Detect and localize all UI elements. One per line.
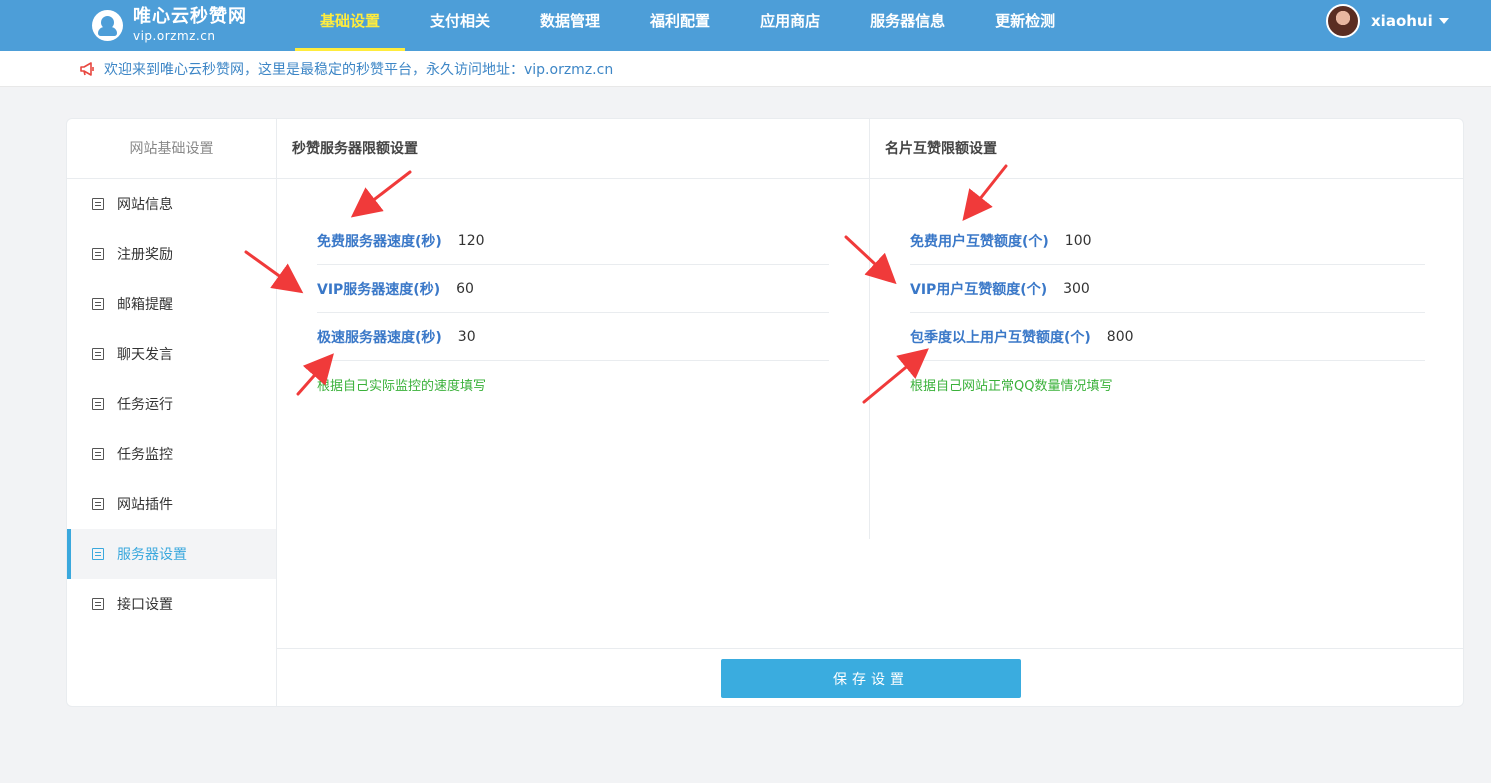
sidebar-item-label: 网站插件 xyxy=(117,497,173,513)
sidebar-item-label: 任务监控 xyxy=(117,447,173,463)
save-settings-button[interactable]: 保存设置 xyxy=(721,659,1021,698)
document-icon xyxy=(92,198,104,210)
brand-title: 唯心云秒赞网 xyxy=(133,6,247,27)
fast-server-speed-input[interactable] xyxy=(457,328,658,345)
sidebar-item-task-monitor[interactable]: 任务监控 xyxy=(67,429,276,479)
megaphone-icon xyxy=(80,62,94,76)
card-limits-title: 名片互赞限额设置 xyxy=(870,119,1463,179)
document-icon xyxy=(92,348,104,360)
sidebar-item-label: 任务运行 xyxy=(117,397,173,413)
nav-app-store[interactable]: 应用商店 xyxy=(735,0,845,51)
notice-text: 欢迎来到唯心云秒赞网，这里是最稳定的秒赞平台，永久访问地址：vip.orzmz.… xyxy=(104,62,614,78)
server-limits-hint: 根据自己实际监控的速度填写 xyxy=(317,379,487,394)
sidebar-item-label: 邮箱提醒 xyxy=(117,297,173,313)
nav-welfare-config[interactable]: 福利配置 xyxy=(625,0,735,51)
sidebar-item-register-reward[interactable]: 注册奖励 xyxy=(67,229,276,279)
document-icon xyxy=(92,298,104,310)
vip-server-speed-input[interactable] xyxy=(456,280,657,297)
sidebar-item-site-plugins[interactable]: 网站插件 xyxy=(67,479,276,529)
sidebar-item-api-settings[interactable]: 接口设置 xyxy=(67,579,276,629)
sidebar-item-label: 接口设置 xyxy=(117,597,173,613)
nav-payment[interactable]: 支付相关 xyxy=(405,0,515,51)
card-limits-panel: 名片互赞限额设置 免费用户互赞额度(个) VIP用户互赞额度(个) 包季度以上用… xyxy=(870,119,1463,539)
season-user-quota-input[interactable] xyxy=(1106,328,1307,345)
sidebar-item-label: 网站信息 xyxy=(117,197,173,213)
settings-sidebar: 网站基础设置 网站信息 注册奖励 邮箱提醒 聊天发言 任务运行 任务监控 网站插… xyxy=(67,119,277,706)
settings-card: 网站基础设置 网站信息 注册奖励 邮箱提醒 聊天发言 任务运行 任务监控 网站插… xyxy=(66,118,1464,707)
free-server-speed-input[interactable] xyxy=(457,232,658,249)
main-nav: 基础设置 支付相关 数据管理 福利配置 应用商店 服务器信息 更新检测 xyxy=(295,0,1080,51)
user-logo-icon xyxy=(92,9,123,41)
notice-bar: 欢迎来到唯心云秒赞网，这里是最稳定的秒赞平台，永久访问地址：vip.orzmz.… xyxy=(0,51,1491,87)
sidebar-title: 网站基础设置 xyxy=(67,119,276,179)
username[interactable]: xiaohui xyxy=(1371,12,1433,30)
free-server-speed-label: 免费服务器速度(秒) xyxy=(317,233,442,250)
vip-server-speed-label: VIP服务器速度(秒) xyxy=(317,281,441,298)
top-navbar: 唯心云秒赞网 vip.orzmz.cn 基础设置 支付相关 数据管理 福利配置 … xyxy=(0,0,1491,51)
brand-subtitle: vip.orzmz.cn xyxy=(133,29,216,43)
nav-data-management[interactable]: 数据管理 xyxy=(515,0,625,51)
user-menu[interactable]: xiaohui xyxy=(1326,3,1449,38)
document-icon xyxy=(92,498,104,510)
free-user-quota-input[interactable] xyxy=(1064,232,1265,249)
document-icon xyxy=(92,548,104,560)
vip-user-quota-input[interactable] xyxy=(1063,280,1264,297)
brand[interactable]: 唯心云秒赞网 vip.orzmz.cn xyxy=(92,5,247,45)
free-user-quota-label: 免费用户互赞额度(个) xyxy=(910,233,1049,250)
season-user-quota-label: 包季度以上用户互赞额度(个) xyxy=(910,329,1091,346)
sidebar-item-label: 聊天发言 xyxy=(117,347,173,363)
form-row: 免费用户互赞额度(个) xyxy=(910,217,1425,265)
document-icon xyxy=(92,398,104,410)
caret-down-icon[interactable] xyxy=(1438,17,1449,24)
card-footer: 保存设置 xyxy=(277,648,1463,706)
form-row: 包季度以上用户互赞额度(个) xyxy=(910,313,1425,361)
form-row: VIP服务器速度(秒) xyxy=(317,265,829,313)
document-icon xyxy=(92,448,104,460)
sidebar-item-email-reminder[interactable]: 邮箱提醒 xyxy=(67,279,276,329)
server-limits-panel: 秒赞服务器限额设置 免费服务器速度(秒) VIP服务器速度(秒) 极速服务器速度… xyxy=(277,119,870,539)
document-icon xyxy=(92,248,104,260)
server-limits-title: 秒赞服务器限额设置 xyxy=(277,119,869,179)
form-row: 极速服务器速度(秒) xyxy=(317,313,829,361)
avatar[interactable] xyxy=(1326,3,1360,38)
sidebar-item-label: 服务器设置 xyxy=(117,547,187,563)
fast-server-speed-label: 极速服务器速度(秒) xyxy=(317,329,442,346)
document-icon xyxy=(92,598,104,610)
card-limits-hint: 根据自己网站正常QQ数量情况填写 xyxy=(910,379,1113,394)
sidebar-item-server-settings[interactable]: 服务器设置 xyxy=(67,529,276,579)
sidebar-item-chat[interactable]: 聊天发言 xyxy=(67,329,276,379)
nav-update-check[interactable]: 更新检测 xyxy=(970,0,1080,51)
nav-basic-settings[interactable]: 基础设置 xyxy=(295,0,406,51)
form-row: VIP用户互赞额度(个) xyxy=(910,265,1425,313)
vip-user-quota-label: VIP用户互赞额度(个) xyxy=(910,281,1048,298)
sidebar-item-task-run[interactable]: 任务运行 xyxy=(67,379,276,429)
form-row: 免费服务器速度(秒) xyxy=(317,217,829,265)
sidebar-item-label: 注册奖励 xyxy=(117,247,173,263)
nav-server-info[interactable]: 服务器信息 xyxy=(845,0,970,51)
sidebar-item-site-info[interactable]: 网站信息 xyxy=(67,179,276,229)
